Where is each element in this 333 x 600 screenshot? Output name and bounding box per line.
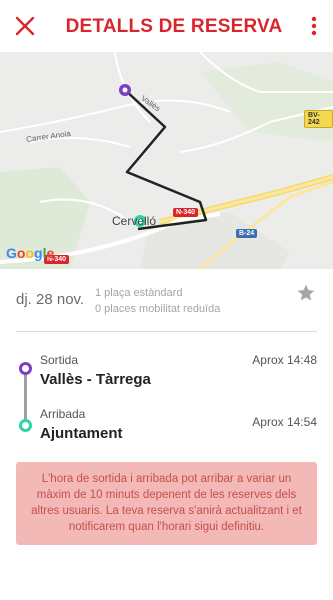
route-timeline — [24, 369, 27, 425]
arrival-stop-name: Ajuntament — [40, 425, 123, 442]
google-logo: Google — [6, 245, 55, 261]
departure-label: Sortida — [40, 353, 79, 367]
route-map[interactable]: Vallès Carrer Anoia Cervelló N-340 N-340… — [0, 52, 333, 269]
booking-date: dj. 28 nov. — [16, 291, 85, 308]
map-road-badge: B-24 — [236, 229, 258, 238]
departure-stop-name: Vallès - Tàrrega — [40, 371, 151, 388]
arrival-label: Arribada — [40, 407, 86, 421]
arrival-time: Aprox 14:54 — [252, 415, 317, 429]
map-road-badge: N-340 — [173, 208, 199, 217]
origin-marker-icon — [19, 362, 32, 375]
map-town-label: Cervelló — [112, 214, 157, 228]
close-icon[interactable] — [13, 14, 37, 38]
schedule-notice: L'hora de sortida i arribada pot arribar… — [16, 462, 317, 545]
departure-time: Aprox 14:48 — [252, 353, 317, 367]
divider — [16, 331, 317, 332]
more-vert-icon[interactable] — [309, 14, 319, 38]
booking-summary: dj. 28 nov. 1 plaça estàndard 0 places m… — [0, 269, 333, 331]
destination-marker-icon — [19, 419, 32, 432]
app-header: DETALLS DE RESERVA — [0, 0, 333, 52]
map-canvas — [0, 52, 333, 269]
seats-standard: 1 plaça estàndard — [95, 287, 183, 299]
page-title: DETALLS DE RESERVA — [65, 16, 283, 37]
seats-reduced-mobility: 0 places mobilitat reduïda — [95, 303, 221, 315]
map-road-badge: BV-242 — [304, 110, 333, 128]
star-icon[interactable] — [296, 283, 316, 303]
